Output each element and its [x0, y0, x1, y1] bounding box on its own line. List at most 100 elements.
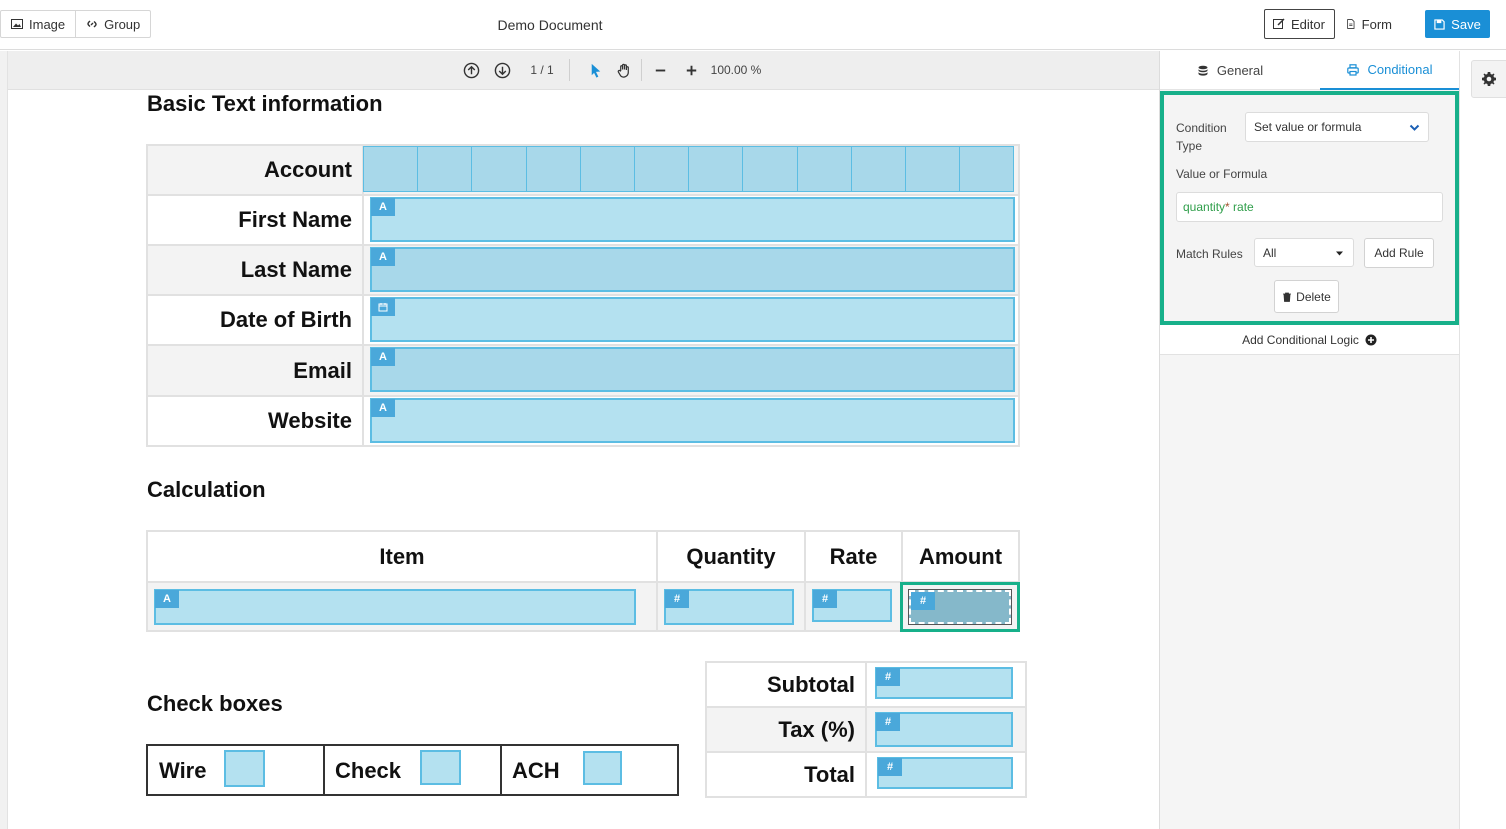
tax-field[interactable]: # — [875, 712, 1013, 747]
pan-tool-button[interactable] — [615, 61, 633, 79]
account-digit-field[interactable] — [796, 146, 852, 192]
settings-button[interactable] — [1471, 60, 1506, 98]
panel-tabs: General Conditional — [1160, 51, 1460, 90]
text-type-badge: A — [371, 348, 395, 366]
account-digit-field[interactable] — [742, 146, 798, 192]
group-button[interactable]: Group — [75, 11, 150, 37]
email-field[interactable]: A — [370, 347, 1015, 392]
viewer-toolbar: 1 / 1 100.00 % — [8, 51, 1159, 90]
add-conditional-logic-label: Add Conditional Logic — [1242, 332, 1359, 347]
image-button[interactable]: Image — [1, 11, 75, 37]
website-field[interactable]: A — [370, 398, 1015, 443]
printer-icon — [1347, 63, 1360, 76]
basic-text-heading: Basic Text information — [147, 91, 383, 116]
checkbox-label: Wire — [159, 758, 207, 783]
match-rules-select[interactable]: All — [1254, 238, 1354, 267]
column-header-amount: Amount — [901, 530, 1020, 583]
document-canvas: Basic Text information Account First Name… — [8, 90, 1159, 829]
form-mode-button[interactable]: Form — [1337, 9, 1401, 39]
match-rules-label: Match Rules — [1176, 247, 1243, 261]
checkbox-cell-ach: ACH — [502, 746, 677, 794]
condition-type-value: Set value or formula — [1254, 120, 1362, 134]
ach-checkbox[interactable] — [583, 751, 622, 785]
last-name-field[interactable]: A — [370, 247, 1015, 292]
toolbar-divider — [641, 59, 642, 81]
tab-general-label: General — [1216, 63, 1264, 78]
formula-input[interactable]: quantity * rate — [1176, 192, 1443, 222]
rate-field[interactable]: # — [812, 589, 892, 622]
account-digit-field[interactable] — [471, 146, 527, 192]
account-digit-field[interactable] — [363, 146, 419, 192]
page-down-button[interactable] — [493, 61, 511, 79]
wire-checkbox[interactable] — [224, 750, 265, 787]
save-button[interactable]: Save — [1425, 10, 1490, 38]
gear-icon — [1482, 72, 1496, 86]
link-icon — [87, 20, 97, 28]
zoom-in-button[interactable] — [682, 61, 700, 79]
tab-conditional[interactable]: Conditional — [1320, 51, 1460, 90]
column-header-quantity: Quantity — [656, 530, 806, 583]
text-type-badge: A — [371, 399, 395, 417]
total-label: Subtotal — [705, 661, 867, 708]
editor-mode-label: Editor — [1291, 16, 1325, 32]
image-button-label: Image — [29, 16, 66, 32]
match-rules-value: All — [1263, 245, 1277, 260]
account-digit-field[interactable] — [905, 146, 961, 192]
calendar-icon — [371, 298, 395, 316]
condition-type-select[interactable]: Set value or formula — [1245, 112, 1429, 142]
first-name-field[interactable]: A — [370, 197, 1015, 242]
calculation-heading: Calculation — [147, 477, 266, 502]
zoom-level[interactable]: 100.00 % — [706, 61, 766, 79]
account-digit-field[interactable] — [850, 146, 906, 192]
account-digit-field[interactable] — [525, 146, 581, 192]
date-of-birth-field[interactable] — [370, 297, 1015, 342]
number-type-badge: # — [878, 758, 902, 776]
formula-variable: quantity — [1183, 200, 1226, 214]
amount-field[interactable]: # — [908, 589, 1012, 625]
form-mode-label: Form — [1361, 16, 1392, 32]
number-type-badge: # — [813, 590, 837, 608]
left-edge-strip — [0, 51, 8, 829]
insert-button-group: Image Group — [0, 10, 152, 38]
account-digit-field[interactable] — [634, 146, 690, 192]
check-checkbox[interactable] — [420, 750, 461, 785]
add-rule-label: Add Rule — [1374, 246, 1424, 260]
account-digit-field[interactable] — [579, 146, 635, 192]
account-digit-field[interactable] — [688, 146, 744, 192]
checkbox-cell-check: Check — [325, 746, 502, 794]
properties-panel: General Conditional Condition Type Set v… — [1159, 51, 1460, 829]
edit-icon — [1273, 18, 1285, 29]
page-up-button[interactable] — [462, 61, 480, 79]
subtotal-field[interactable]: # — [875, 667, 1013, 699]
account-digit-field[interactable] — [417, 146, 473, 192]
checkbox-label: Check — [335, 758, 402, 783]
chevron-down-icon — [1336, 251, 1343, 255]
arrow-down-circle-icon — [494, 62, 510, 78]
zoom-out-button[interactable] — [651, 61, 669, 79]
add-conditional-logic-button[interactable]: Add Conditional Logic — [1160, 325, 1459, 355]
number-type-badge: # — [665, 590, 689, 608]
formula-operator: * — [1225, 200, 1230, 214]
delete-rule-button[interactable]: Delete — [1274, 280, 1339, 313]
field-label: Account — [146, 144, 364, 196]
add-rule-button[interactable]: Add Rule — [1364, 238, 1434, 268]
check-boxes-table: Wire Check ACH — [146, 744, 679, 796]
account-digit-field[interactable] — [959, 146, 1015, 192]
settings-strip — [1459, 51, 1506, 829]
cursor-icon — [591, 63, 600, 78]
conditional-rule-card: Condition Type Set value or formula Valu… — [1160, 91, 1459, 325]
text-type-badge: A — [155, 590, 179, 608]
number-type-badge: # — [911, 592, 935, 610]
item-field[interactable]: A — [154, 589, 636, 625]
tab-general[interactable]: General — [1160, 51, 1300, 90]
plus-circle-icon — [1365, 334, 1377, 345]
chevron-down-icon — [1409, 124, 1420, 131]
document-title: Demo Document — [497, 17, 603, 33]
editor-mode-button[interactable]: Editor — [1264, 9, 1335, 39]
total-field[interactable]: # — [877, 757, 1013, 789]
column-header-rate: Rate — [804, 530, 903, 583]
group-button-label: Group — [104, 16, 141, 32]
quantity-field[interactable]: # — [664, 589, 794, 625]
select-tool-button[interactable] — [586, 61, 604, 79]
trash-icon — [1283, 292, 1292, 302]
